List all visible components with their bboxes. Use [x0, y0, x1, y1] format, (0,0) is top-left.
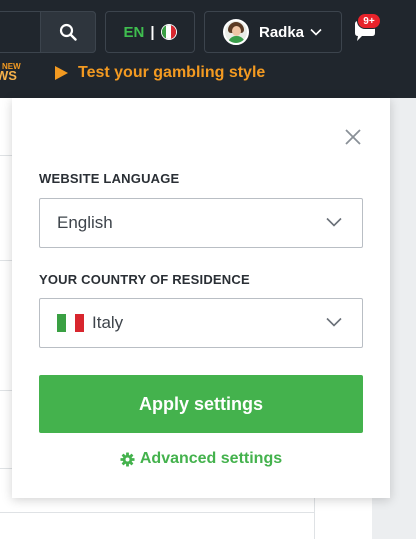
country-label: YOUR COUNTRY OF RESIDENCE [39, 272, 250, 287]
gambling-style-link[interactable]: Test your gambling style [78, 64, 265, 82]
divider [0, 468, 12, 469]
search-icon [59, 23, 77, 41]
gear-icon [120, 451, 135, 467]
close-icon[interactable] [342, 126, 364, 148]
chevron-down-icon [326, 217, 342, 227]
language-separator: | [150, 23, 155, 41]
divider [0, 390, 12, 391]
apply-settings-button[interactable]: Apply settings [39, 375, 363, 433]
user-menu-button[interactable]: Radka [204, 11, 342, 53]
website-language-label: WEBSITE LANGUAGE [39, 171, 180, 186]
italy-flag-icon [160, 24, 177, 40]
advanced-settings-label: Advanced settings [139, 450, 283, 467]
divider [0, 155, 12, 156]
promo-left-text[interactable]: WS [0, 68, 17, 83]
notification-badge: 9+ [357, 13, 381, 29]
chevron-down-icon [326, 317, 342, 327]
avatar [223, 19, 249, 45]
language-switcher-button[interactable]: EN | [105, 11, 195, 53]
italy-flag-icon [57, 314, 84, 332]
language-code: EN [123, 23, 145, 41]
advanced-settings-link[interactable]: Advanced settings [12, 450, 390, 468]
divider [0, 512, 315, 513]
website-language-value: English [57, 213, 113, 232]
country-select[interactable]: Italy [39, 298, 363, 348]
website-language-select[interactable]: English [39, 198, 363, 248]
search-button[interactable] [40, 11, 96, 53]
top-header: EN | Radka 9+ NEW WS Test your gambling … [0, 0, 416, 98]
user-name: Radka [259, 23, 305, 41]
settings-panel: WEBSITE LANGUAGE English YOUR COUNTRY OF… [12, 98, 390, 498]
country-value: Italy [92, 313, 124, 332]
play-arrow-icon [55, 66, 68, 80]
chevron-down-icon [310, 28, 322, 36]
promo-bar: NEW WS Test your gambling style [0, 62, 416, 88]
divider [0, 260, 12, 261]
